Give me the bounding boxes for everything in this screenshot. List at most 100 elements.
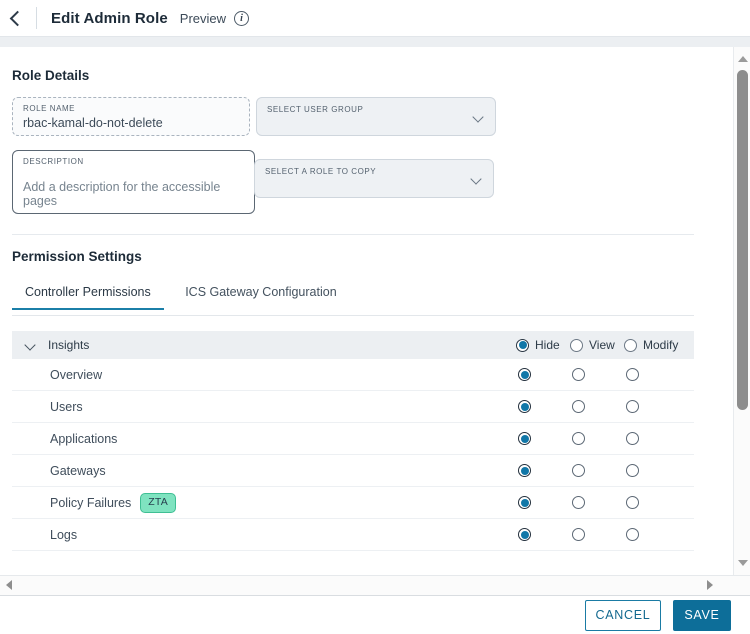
role-details-title: Role Details [12, 68, 90, 83]
vertical-scrollbar-thumb[interactable] [737, 70, 748, 410]
chevron-down-icon[interactable] [26, 340, 36, 350]
triangle-right-icon [707, 580, 713, 590]
radio-modify-wrap[interactable] [626, 432, 639, 450]
status-badge: ZTA [140, 492, 176, 513]
radio-modify-wrap[interactable] [626, 496, 639, 514]
radio-view[interactable] [570, 338, 583, 352]
radio-hide-wrap[interactable] [518, 496, 531, 514]
form-scroll-area: Role Details ROLE NAME rbac-kamal-do-not… [0, 47, 750, 575]
radio-view[interactable] [572, 368, 585, 381]
permission-row-label-wrap: Applications [50, 432, 117, 446]
group-option-hide[interactable]: Hide [516, 338, 560, 352]
permission-row-label-wrap: Policy Failures ZTA [50, 492, 176, 513]
radio-modify[interactable] [626, 496, 639, 509]
radio-hide[interactable] [518, 368, 531, 381]
radio-hide[interactable] [518, 464, 531, 477]
info-icon[interactable]: i [234, 10, 250, 26]
tab-controller-permissions[interactable]: Controller Permissions [12, 275, 164, 310]
preview-link[interactable]: Preview [180, 11, 226, 26]
radio-view[interactable] [572, 464, 585, 477]
permission-row-radios [516, 519, 694, 551]
vertical-scrollbar[interactable] [733, 47, 750, 575]
permission-row-radios [516, 423, 694, 455]
description-field[interactable]: DESCRIPTION Add a description for the ac… [12, 150, 255, 214]
radio-modify[interactable] [626, 432, 639, 445]
radio-modify[interactable] [626, 464, 639, 477]
radio-view[interactable] [572, 432, 585, 445]
header-divider [36, 7, 37, 29]
radio-hide-wrap[interactable] [518, 432, 531, 450]
scroll-left-button[interactable] [1, 576, 18, 596]
radio-modify[interactable] [626, 368, 639, 381]
radio-modify-wrap[interactable] [626, 400, 639, 418]
edit-admin-role-page: Edit Admin Role Preview i Role Details R… [0, 0, 750, 634]
radio-view-wrap[interactable] [572, 464, 585, 482]
radio-modify[interactable] [626, 400, 639, 413]
radio-hide[interactable] [516, 338, 529, 352]
save-button[interactable]: SAVE [673, 599, 731, 631]
radio-view-wrap[interactable] [572, 496, 585, 514]
section-divider [12, 234, 694, 235]
radio-modify[interactable] [626, 528, 639, 541]
page-title: Edit Admin Role [51, 9, 168, 27]
radio-view[interactable] [572, 400, 585, 413]
radio-hide[interactable] [518, 432, 531, 445]
chevron-left-icon [9, 10, 25, 26]
permission-group-label: Insights [48, 338, 90, 352]
permission-row-label-wrap: Gateways [50, 464, 106, 478]
radio-view-wrap[interactable] [572, 432, 585, 450]
radio-hide-wrap[interactable] [518, 528, 531, 546]
role-name-field[interactable]: ROLE NAME rbac-kamal-do-not-delete [12, 97, 250, 136]
radio-hide[interactable] [518, 496, 531, 509]
tabs-underline-rule [12, 315, 694, 316]
radio-hide[interactable] [518, 400, 531, 413]
form-content: Role Details ROLE NAME rbac-kamal-do-not… [0, 47, 718, 575]
permission-table: Insights Hide View Modify Overview Users… [12, 331, 694, 551]
permission-row-label-wrap: Users [50, 400, 83, 414]
scroll-up-button[interactable] [734, 51, 750, 68]
table-row: Gateways [12, 455, 694, 487]
footer-actions: CANCEL SAVE [0, 596, 750, 634]
permission-group-header-insights[interactable]: Insights Hide View Modify [12, 331, 694, 359]
radio-hide[interactable] [518, 528, 531, 541]
header-band [0, 37, 750, 47]
select-user-group-dropdown[interactable]: SELECT USER GROUP [256, 97, 496, 136]
radio-view[interactable] [572, 496, 585, 509]
permission-row-label: Applications [50, 431, 118, 446]
radio-view-wrap[interactable] [572, 528, 585, 546]
radio-modify-wrap[interactable] [626, 464, 639, 482]
radio-hide-wrap[interactable] [518, 464, 531, 482]
horizontal-scrollbar[interactable] [0, 575, 750, 596]
radio-hide-wrap[interactable] [518, 400, 531, 418]
select-role-to-copy-label: SELECT A ROLE TO COPY [265, 167, 377, 176]
permission-row-radios [516, 455, 694, 487]
description-label: DESCRIPTION [23, 157, 84, 166]
description-placeholder: Add a description for the accessible pag… [23, 180, 221, 208]
select-role-to-copy-dropdown[interactable]: SELECT A ROLE TO COPY [254, 159, 494, 198]
group-option-view[interactable]: View [570, 338, 615, 352]
table-row: Users [12, 391, 694, 423]
permission-row-label: Policy Failures [50, 495, 132, 510]
permission-row-label-wrap: Overview [50, 368, 102, 382]
radio-hide-wrap[interactable] [518, 368, 531, 386]
radio-view-wrap[interactable] [572, 400, 585, 418]
cancel-button[interactable]: CANCEL [585, 599, 661, 631]
permission-row-label: Logs [50, 527, 78, 542]
radio-view[interactable] [572, 528, 585, 541]
triangle-up-icon [737, 56, 748, 62]
permission-row-label: Users [50, 399, 83, 414]
back-button[interactable] [0, 0, 34, 36]
scroll-right-button[interactable] [701, 576, 718, 596]
tab-ics-gateway-configuration[interactable]: ICS Gateway Configuration [185, 275, 336, 310]
permission-settings-title: Permission Settings [12, 249, 142, 264]
permission-tabs: Controller Permissions ICS Gateway Confi… [12, 275, 694, 315]
table-row: Overview [12, 359, 694, 391]
radio-modify-wrap[interactable] [626, 368, 639, 386]
radio-view-wrap[interactable] [572, 368, 585, 386]
group-option-modify[interactable]: Modify [624, 338, 678, 352]
radio-modify-wrap[interactable] [626, 528, 639, 546]
scroll-down-button[interactable] [734, 554, 750, 571]
group-option-modify-label: Modify [643, 338, 679, 352]
page-header: Edit Admin Role Preview i [0, 0, 750, 36]
radio-modify[interactable] [624, 338, 637, 352]
